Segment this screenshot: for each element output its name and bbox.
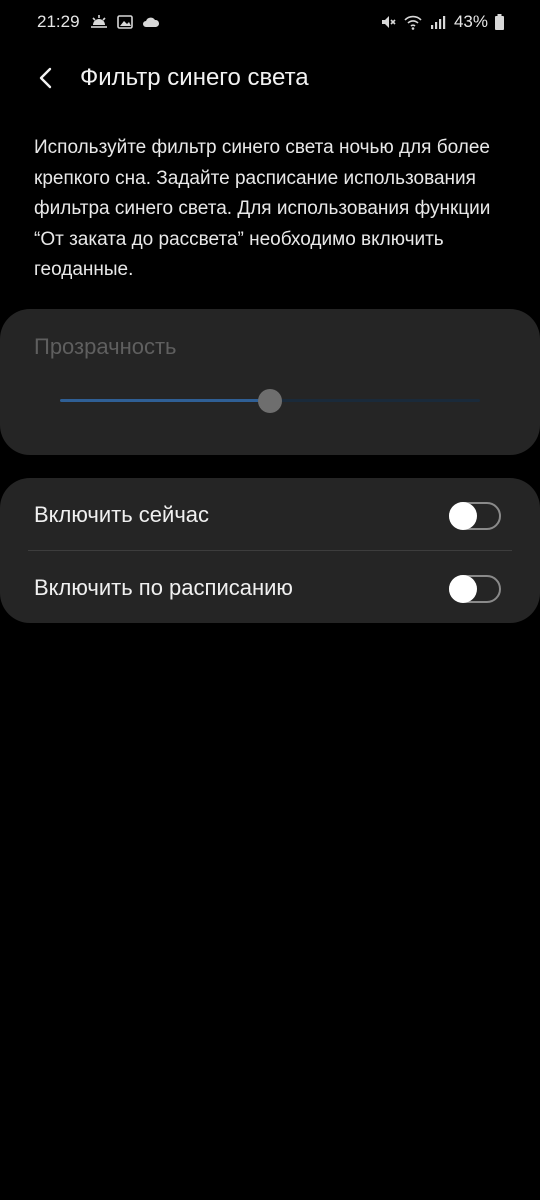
back-button[interactable]	[26, 60, 66, 96]
toggle-row-turn-on-now[interactable]: Включить сейчас	[0, 478, 540, 550]
battery-icon	[495, 14, 504, 30]
toggle-label-turn-on-now: Включить сейчас	[34, 502, 210, 527]
switch-knob	[449, 502, 477, 530]
status-right-icons: 43%	[379, 12, 504, 32]
switch-knob	[449, 575, 477, 603]
toggle-label-schedule: Включить по расписанию	[34, 575, 293, 600]
back-arrow-icon	[36, 66, 56, 90]
turn-on-now-switch[interactable]	[449, 502, 501, 530]
status-bar: 21:29 43%	[0, 0, 540, 46]
opacity-slider[interactable]	[60, 387, 480, 415]
slider-thumb[interactable]	[258, 389, 282, 413]
opacity-card: Прозрачность	[0, 309, 540, 455]
slider-fill	[60, 399, 270, 402]
weather-sun-icon	[90, 13, 108, 31]
toggles-card: Включить сейчас Включить по расписанию	[0, 478, 540, 623]
opacity-label: Прозрачность	[34, 334, 177, 359]
cloud-icon	[142, 13, 160, 31]
toggle-row-schedule[interactable]: Включить по расписанию	[0, 551, 540, 623]
status-left-icons	[90, 13, 160, 31]
signal-icon	[429, 13, 447, 31]
image-icon	[116, 13, 134, 31]
schedule-switch[interactable]	[449, 575, 501, 603]
page-title: Фильтр синего света	[80, 64, 309, 91]
status-time: 21:29	[37, 12, 80, 31]
wifi-icon	[404, 13, 422, 31]
app-header: Фильтр синего света	[0, 50, 540, 106]
battery-percentage: 43%	[453, 12, 488, 31]
mute-icon	[379, 13, 397, 31]
description-text: Используйте фильтр синего света ночью дл…	[34, 137, 491, 280]
